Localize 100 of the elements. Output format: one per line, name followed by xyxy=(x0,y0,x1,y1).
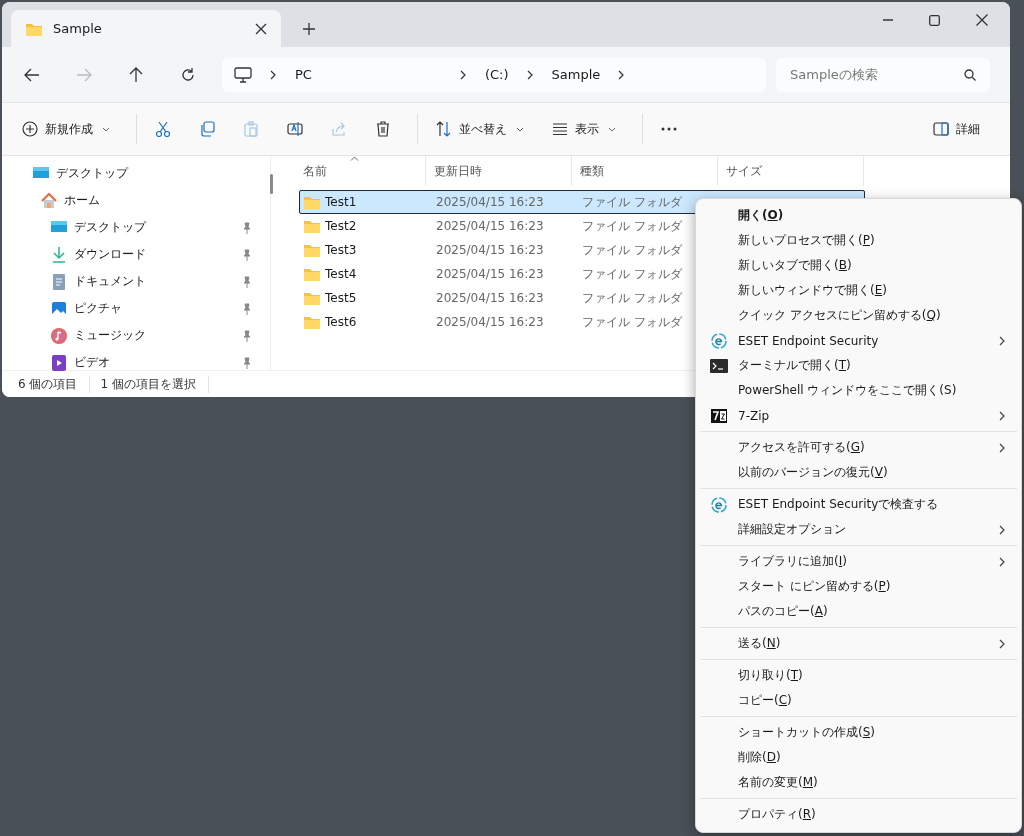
details-button[interactable]: 詳細 xyxy=(923,114,990,144)
scrollbar-thumb[interactable] xyxy=(270,174,273,194)
sort-caret-icon xyxy=(350,156,359,161)
refresh-icon[interactable] xyxy=(180,66,196,83)
folder-icon xyxy=(303,194,321,210)
file-type: ファイル フォルダ xyxy=(581,265,683,283)
menu-item[interactable]: 名前の変更(M) xyxy=(700,770,1017,795)
menu-item[interactable]: 新しいタブで開く(B) xyxy=(700,253,1017,278)
picture-icon xyxy=(50,299,68,318)
menu-item[interactable]: ターミナルで開く(T) xyxy=(700,353,1017,378)
menu-item[interactable]: クイック アクセスにピン留めする(Q) xyxy=(700,303,1017,328)
menu-item[interactable]: 新しいプロセスで開く(P) xyxy=(700,228,1017,253)
clipboard-icon xyxy=(243,121,259,137)
sidebar-item[interactable]: ピクチャ xyxy=(2,295,270,322)
file-type: ファイル フォルダ xyxy=(581,289,683,307)
copy-icon xyxy=(199,121,215,137)
close-icon[interactable] xyxy=(255,22,267,35)
column-header[interactable]: サイズ xyxy=(718,156,864,186)
home-icon xyxy=(40,191,58,210)
sidebar-item[interactable]: ダウンロード xyxy=(2,241,270,268)
menu-item[interactable]: ライブラリに追加(I) xyxy=(700,549,1017,574)
sidebar-item[interactable]: ビデオ xyxy=(2,349,270,376)
window-tab[interactable]: Sample xyxy=(11,10,281,47)
modified-date: 2025/04/15 16:23 xyxy=(435,315,545,329)
file-type: ファイル フォルダ xyxy=(581,193,683,211)
caret-icon xyxy=(102,126,110,132)
breadcrumb[interactable]: PC xyxy=(295,67,312,82)
folder-icon xyxy=(303,218,321,234)
folder-icon xyxy=(303,242,321,258)
close-icon[interactable] xyxy=(976,14,988,26)
status-text: 1 個の項目を選択 xyxy=(100,375,209,393)
up-arrow-icon[interactable] xyxy=(128,66,144,83)
sort-button[interactable]: 並べ替え xyxy=(426,114,534,144)
file-name: Test4 xyxy=(325,267,357,281)
chevron-icon[interactable] xyxy=(526,69,534,80)
file-name: Test5 xyxy=(325,291,357,305)
rename-icon xyxy=(287,121,303,137)
folder-icon xyxy=(303,266,321,282)
file-name: Test1 xyxy=(325,195,357,209)
trash-icon xyxy=(375,121,391,137)
sidebar-item[interactable]: デスクトップ xyxy=(2,214,270,241)
new-icon xyxy=(22,121,38,137)
menu-item[interactable]: 切り取り(T) xyxy=(700,663,1017,688)
menu-item[interactable]: 7-Zip xyxy=(700,403,1017,428)
menu-item[interactable]: 送る(N) xyxy=(700,631,1017,656)
folder-icon xyxy=(303,290,321,306)
menu-item[interactable]: 詳細設定オプション xyxy=(700,517,1017,542)
scissors-icon xyxy=(155,121,171,137)
modified-date: 2025/04/15 16:23 xyxy=(435,243,545,257)
caret-icon xyxy=(608,126,616,132)
back-arrow-icon[interactable] xyxy=(24,66,40,83)
computer-icon xyxy=(234,66,252,83)
menu-item[interactable]: コピー(C) xyxy=(700,688,1017,713)
sidebar-item[interactable]: ミュージック xyxy=(2,322,270,349)
file-type: ファイル フォルダ xyxy=(581,241,683,259)
menu-item[interactable]: アクセスを許可する(G) xyxy=(700,435,1017,460)
modified-date: 2025/04/15 16:23 xyxy=(435,195,545,209)
address-bar[interactable]: PC (C:) Sample xyxy=(222,57,766,92)
menu-item[interactable]: プロパティ(R) xyxy=(700,802,1017,827)
plus-icon[interactable] xyxy=(303,23,315,35)
maximize-icon[interactable] xyxy=(929,14,940,26)
file-name: Test6 xyxy=(325,315,357,329)
archive-logo-icon xyxy=(711,408,727,423)
chevron-icon[interactable] xyxy=(459,69,467,80)
menu-item[interactable]: 新しいウィンドウで開く(E) xyxy=(700,278,1017,303)
new-button[interactable]: 新規作成 xyxy=(12,114,120,144)
sidebar-item[interactable]: ドキュメント xyxy=(2,268,270,295)
chevron-icon[interactable] xyxy=(618,69,626,80)
sort-icon xyxy=(436,121,452,137)
menu-item[interactable]: 削除(D) xyxy=(700,745,1017,770)
folder-icon xyxy=(303,314,321,330)
terminal-icon xyxy=(710,358,728,373)
breadcrumb[interactable]: Sample xyxy=(551,67,601,82)
sidebar-item[interactable]: デスクトップ xyxy=(2,160,270,187)
menu-item[interactable]: パスのコピー(A) xyxy=(700,599,1017,624)
music-icon xyxy=(50,326,68,345)
menu-item[interactable]: ESET Endpoint Security xyxy=(700,328,1017,353)
search-field[interactable]: Sampleの検索 xyxy=(776,57,990,92)
details-pane-icon xyxy=(933,121,949,137)
view-button[interactable]: 表示 xyxy=(542,114,626,144)
file-type: ファイル フォルダ xyxy=(581,217,683,235)
search-icon[interactable] xyxy=(964,68,976,81)
list-view-icon xyxy=(552,121,568,137)
file-name: Test3 xyxy=(325,243,357,257)
column-header[interactable]: 更新日時 xyxy=(426,156,572,186)
menu-item[interactable]: ESET Endpoint Securityで検査する xyxy=(700,492,1017,517)
share-icon xyxy=(331,121,347,137)
menu-item[interactable]: 以前のバージョンの復元(V) xyxy=(700,460,1017,485)
file-type: ファイル フォルダ xyxy=(581,313,683,331)
file-name: Test2 xyxy=(325,219,357,233)
menu-item[interactable]: スタート にピン留めする(P) xyxy=(700,574,1017,599)
column-header[interactable]: 種類 xyxy=(572,156,718,186)
chevron-icon[interactable] xyxy=(270,69,277,80)
menu-item[interactable]: PowerShell ウィンドウをここで開く(S) xyxy=(700,378,1017,403)
sidebar-item[interactable]: ホーム xyxy=(2,187,270,214)
breadcrumb[interactable]: (C:) xyxy=(484,67,509,82)
tab-title: Sample xyxy=(53,21,103,36)
download-icon xyxy=(50,245,68,264)
column-header[interactable]: 名前 xyxy=(295,156,426,186)
menu-item[interactable]: ショートカットの作成(S) xyxy=(700,720,1017,745)
